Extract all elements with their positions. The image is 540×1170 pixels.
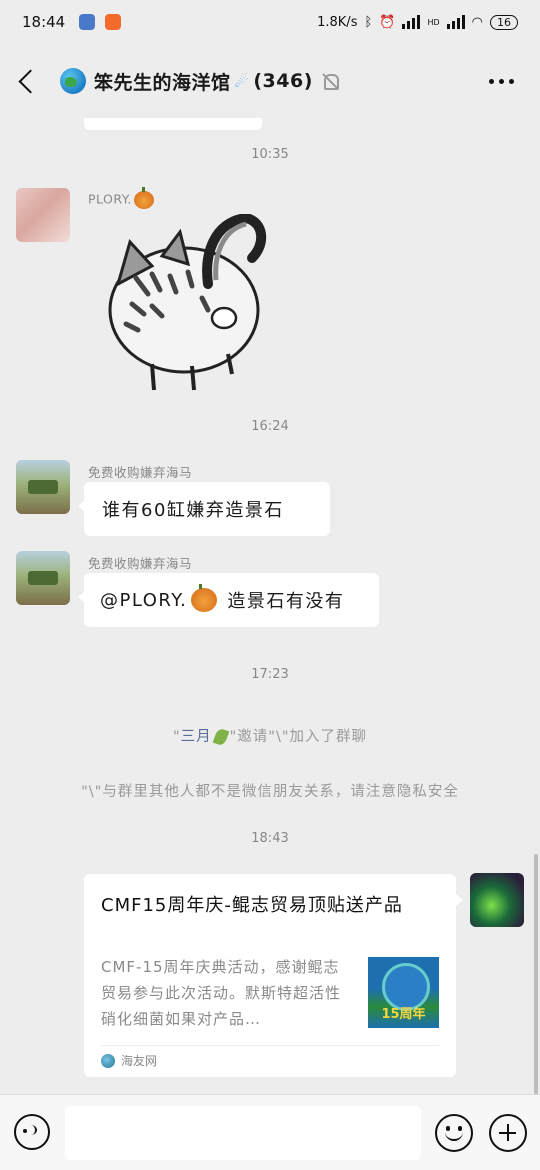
message-bubble[interactable]: 谁有60缸嫌弃造景石 xyxy=(78,482,330,536)
add-icon[interactable] xyxy=(489,1114,527,1152)
bluetooth-icon: ᛒ xyxy=(364,14,373,30)
message-text: 造景石有没有 xyxy=(227,591,345,612)
mute-icon xyxy=(321,72,339,90)
pumpkin-icon xyxy=(191,584,218,612)
network-badge: HD xyxy=(427,17,440,27)
chat-title: 笨先生的海洋馆 ☄ (346) xyxy=(60,68,313,95)
card-source: 海友网 xyxy=(101,1052,157,1069)
privacy-notice: "\"与群里其他人都不是微信朋友关系，请注意隐私安全 xyxy=(81,784,459,800)
mention-text: @PLORY. xyxy=(100,589,188,611)
back-arrow-icon[interactable] xyxy=(16,66,40,96)
gallery-app-icon xyxy=(79,14,96,30)
thumb-label: 15周年 xyxy=(381,1007,426,1022)
card-title: CMF15周年庆-鲲志贸易顶贴送产品 xyxy=(101,895,403,916)
cat-sticker[interactable] xyxy=(96,214,274,394)
card-description: CMF-15周年庆典活动，感谢鲲志贸易参与此次活动。默斯特超活性硝化细菌如果对产… xyxy=(101,958,342,1028)
sender-name: 免费收购嫌弃海马 xyxy=(88,556,193,571)
leaf-icon xyxy=(212,727,230,747)
timestamp: 18:43 xyxy=(251,831,289,846)
self-avatar[interactable] xyxy=(470,873,524,927)
timestamp: 16:24 xyxy=(251,419,289,434)
wifi-icon: ◠ xyxy=(471,14,483,30)
chat-header: 笨先生的海洋馆 ☄ (346) xyxy=(0,44,540,118)
sender-name: PLORY. xyxy=(88,187,154,209)
input-bar xyxy=(0,1094,540,1170)
scrollbar[interactable] xyxy=(534,854,538,1094)
alarm-icon: ⏰ xyxy=(379,14,396,30)
source-icon xyxy=(101,1053,115,1068)
card-thumbnail: 15周年 xyxy=(368,957,439,1028)
voice-icon[interactable] xyxy=(14,1114,50,1150)
globe-icon xyxy=(60,68,86,94)
timestamp: 17:23 xyxy=(251,667,289,682)
link-card[interactable]: CMF15周年庆-鲲志贸易顶贴送产品 CMF-15周年庆典活动，感谢鲲志贸易参与… xyxy=(84,874,463,1077)
message-bubble[interactable]: @PLORY. 造景石有没有 xyxy=(78,573,379,627)
avatar[interactable] xyxy=(16,460,70,514)
member-count: (346) xyxy=(253,70,313,92)
invitee-name[interactable]: 三月 xyxy=(181,729,212,745)
status-bar: 18:44 1.8K/s ᛒ ⏰ HD ◠ 16 xyxy=(0,0,540,44)
battery-indicator: 16 xyxy=(490,14,518,30)
card-divider xyxy=(101,1045,439,1046)
partial-message-bubble[interactable] xyxy=(84,118,262,130)
source-name: 海友网 xyxy=(121,1054,158,1068)
message-text: 谁有60缸嫌弃造景石 xyxy=(102,500,284,521)
message-list[interactable]: 10:35 PLORY. 16:24 免费收购嫌弃海马 谁有60缸嫌弃造景石 免… xyxy=(0,118,540,1094)
avatar[interactable] xyxy=(16,188,70,242)
comet-icon: ☄ xyxy=(234,71,250,91)
timestamp: 10:35 xyxy=(251,147,289,162)
net-speed: 1.8K/s xyxy=(317,14,358,30)
message-input[interactable] xyxy=(65,1106,421,1160)
sender-name: 免费收购嫌弃海马 xyxy=(88,465,193,480)
signal-icon xyxy=(402,15,421,29)
more-dots-icon[interactable] xyxy=(489,78,514,84)
system-invite-note: "三月 "邀请"\"加入了群聊 xyxy=(172,727,368,747)
avatar[interactable] xyxy=(16,551,70,605)
group-name: 笨先生的海洋馆 xyxy=(94,71,231,94)
pumpkin-icon xyxy=(133,187,154,209)
status-time: 18:44 xyxy=(22,13,66,31)
signal-icon-2 xyxy=(446,15,465,29)
notification-app-icon xyxy=(105,14,122,30)
emoji-icon[interactable] xyxy=(435,1114,473,1152)
